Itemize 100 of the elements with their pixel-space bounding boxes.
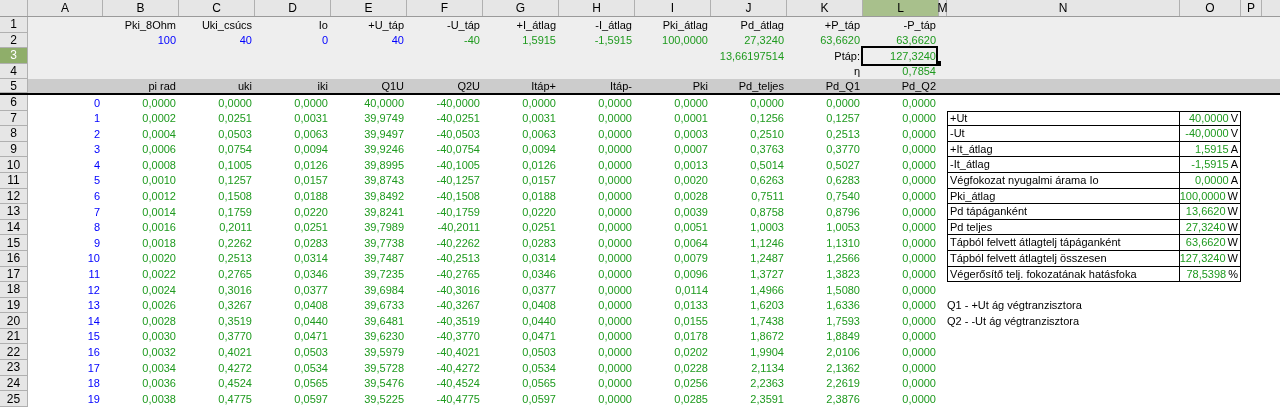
table-cell-text: 0,0346 <box>522 267 556 283</box>
table-cell-text: Tápból felvett átlagtelj összesen <box>950 250 1107 266</box>
table-cell-text: 0,0022 <box>142 267 176 283</box>
table-cell-text: 0,0000 <box>902 282 936 298</box>
table-cell-text: 39,5979 <box>364 345 404 360</box>
note-text: Q2 - -Ut ág végtranzisztora <box>947 313 1080 329</box>
table-cell-text: 2 <box>93 126 100 142</box>
column-header[interactable]: D <box>255 0 331 16</box>
unit-label: A <box>1230 157 1238 173</box>
table-cell-text: 0,2765 <box>218 267 252 283</box>
column-header[interactable]: L <box>863 0 939 16</box>
row-header[interactable]: 10 <box>0 157 28 173</box>
column-header[interactable]: J <box>711 0 787 16</box>
table-cell-text: Pki_átlag <box>662 17 708 33</box>
table-cell-text: 0,0000 <box>598 220 632 236</box>
table-cell-text: 39,5476 <box>364 376 404 392</box>
table-cell-text: 39,6984 <box>364 282 404 298</box>
table-cell-text: 0,2510 <box>750 126 784 142</box>
table-cell-text: 1,5915 <box>522 33 556 49</box>
table-cell-text: -1,5915 <box>594 33 632 49</box>
row-header[interactable]: 15 <box>0 235 28 251</box>
row-header[interactable]: 13 <box>0 204 28 220</box>
table-cell-text: Tápból felvett átlagtelj tápáganként <box>950 235 1121 251</box>
table-cell-text: -40,3016 <box>436 282 480 298</box>
row-header[interactable]: 23 <box>0 360 28 376</box>
table-cell-text: 1 <box>93 111 100 127</box>
table-cell-text: 0 <box>93 95 100 111</box>
table-cell-text: 0,0157 <box>294 173 328 189</box>
table-cell-text: Itáp- <box>610 78 632 94</box>
column-header[interactable]: O <box>1180 0 1241 16</box>
table-cell-text: 0,0012 <box>142 189 176 205</box>
table-cell-text: -40,2765 <box>436 267 480 283</box>
table-cell-text: -40,4021 <box>436 345 480 360</box>
table-cell-text: Pki <box>692 78 708 94</box>
column-header[interactable]: P <box>1241 0 1262 16</box>
table-cell-text: 1,7593 <box>826 313 860 329</box>
row-header[interactable]: 22 <box>0 344 28 361</box>
row-header[interactable]: 20 <box>0 313 28 329</box>
table-cell-text: 0,0000 <box>902 391 936 407</box>
column-header[interactable]: N <box>947 0 1180 16</box>
column-header[interactable]: B <box>103 0 179 16</box>
table-cell-text: 0,0503 <box>218 126 252 142</box>
table-cell-text: 13 <box>87 298 100 314</box>
table-cell-text: 0,0228 <box>674 360 708 376</box>
table-cell-text: 0,6283 <box>826 173 860 189</box>
table-cell-text: 0,0000 <box>294 95 328 111</box>
column-header[interactable]: C <box>179 0 255 16</box>
table-cell-text: 2,2619 <box>826 376 860 392</box>
table-cell-text: 0,0034 <box>142 360 176 376</box>
table-cell-text: 0,4021 <box>218 345 252 360</box>
table-cell-text: 39,6481 <box>364 313 404 329</box>
table-cell-text: 0,0133 <box>674 298 708 314</box>
column-header[interactable]: E <box>331 0 407 16</box>
table-cell-text: 0,0018 <box>142 235 176 251</box>
table-cell-text: 0,0000 <box>598 142 632 158</box>
table-cell-text: 9 <box>93 235 100 251</box>
table-cell-text: 127,3240 <box>1179 250 1226 266</box>
table-cell-text: 0,0000 <box>902 111 936 127</box>
table-cell-text: 0,0188 <box>522 189 556 205</box>
fill-handle[interactable] <box>936 60 941 66</box>
table-cell-text: 27,3240 <box>744 33 784 49</box>
table-cell-text: 0,0024 <box>142 282 176 298</box>
table-cell-text: -I_átlag <box>595 17 632 33</box>
column-header[interactable]: A <box>28 0 103 16</box>
table-cell-text: 0,0008 <box>142 157 176 173</box>
table-cell-text: 0,0000 <box>598 282 632 298</box>
row-header[interactable]: 8 <box>0 126 28 142</box>
table-cell-text: 1,8672 <box>750 329 784 345</box>
table-cell-text: 18 <box>87 376 100 392</box>
column-header[interactable]: G <box>483 0 559 16</box>
column-header[interactable]: F <box>407 0 483 16</box>
column-header[interactable]: I <box>635 0 711 16</box>
table-cell-text: 0,0565 <box>522 376 556 392</box>
unit-label: % <box>1228 266 1238 282</box>
table-cell-text: 0,1257 <box>826 111 860 127</box>
table-cell-text: 0,0377 <box>522 282 556 298</box>
table-cell-text: 0,4524 <box>218 376 252 392</box>
row-header[interactable]: 1 <box>0 17 28 33</box>
table-cell-text: -U_táp <box>446 17 480 33</box>
table-cell-text: 100,0000 <box>1179 188 1226 204</box>
column-header[interactable]: M <box>939 0 947 16</box>
table-cell-text: 39,5225 <box>364 391 404 407</box>
unit-label: W <box>1227 204 1238 220</box>
table-cell-text: 10 <box>87 251 100 267</box>
table-cell-text: 40 <box>391 33 404 49</box>
column-header[interactable]: H <box>559 0 635 16</box>
table-cell-text: 0,2262 <box>218 235 252 251</box>
table-cell-text: +I_átlag <box>516 17 556 33</box>
row-header[interactable]: 5 <box>0 79 28 93</box>
table-cell-text: 0,0026 <box>142 298 176 314</box>
table-cell-text: pi rad <box>148 78 176 94</box>
table-cell-text: 0,0000 <box>902 298 936 314</box>
table-cell-text: 39,7738 <box>364 235 404 251</box>
row-header[interactable]: 25 <box>0 391 28 407</box>
unit-label: W <box>1227 188 1238 204</box>
note-text: Q1 - +Ut ág végtranzisztora <box>947 298 1082 314</box>
table-cell-text: Uki_csúcs <box>201 17 252 33</box>
table-cell-text: +U_táp <box>368 17 404 33</box>
row-header[interactable]: 18 <box>0 282 28 298</box>
table-cell-text: 0,0314 <box>522 251 556 267</box>
